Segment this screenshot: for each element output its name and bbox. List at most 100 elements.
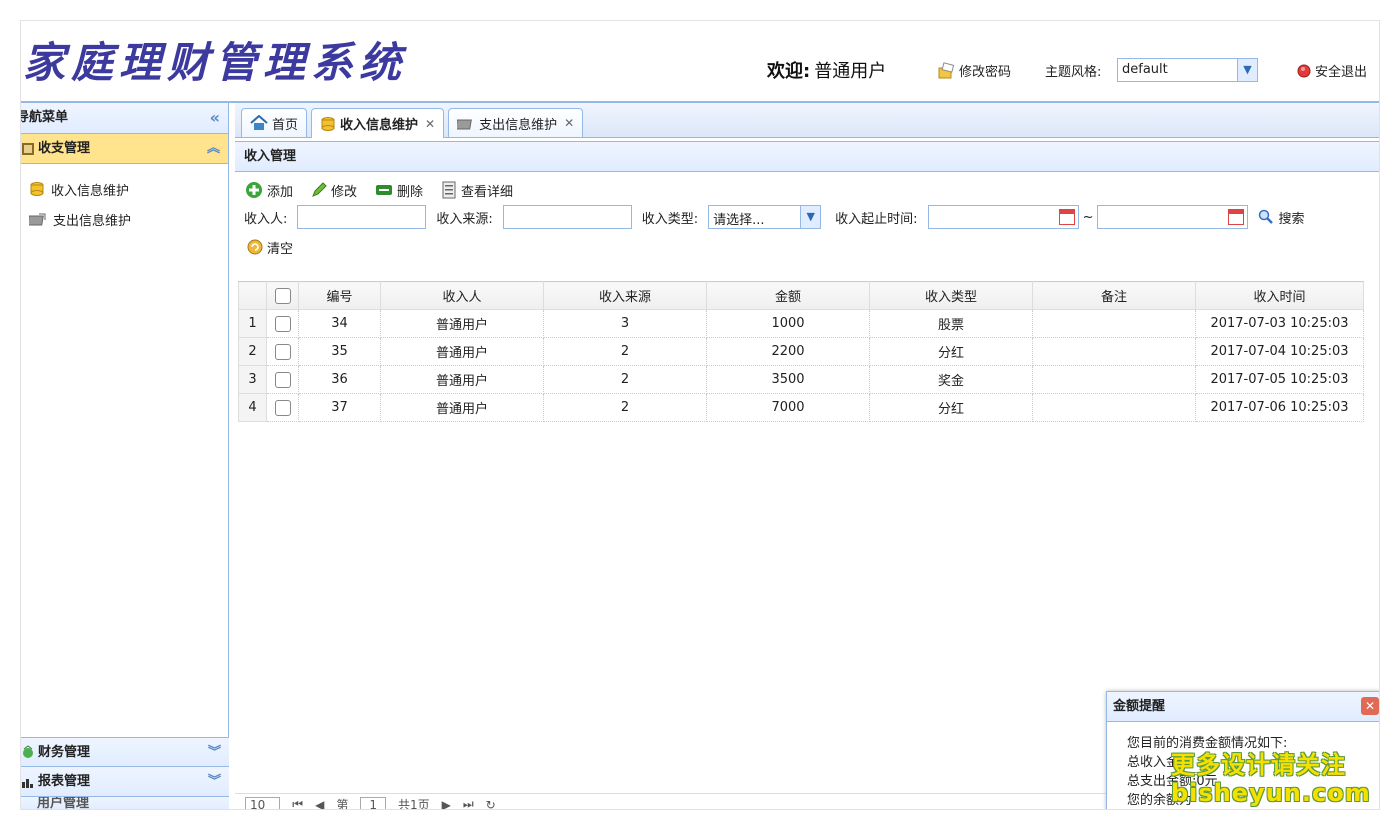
type-label: 收入类型: [641, 211, 699, 227]
accordion-header-finance[interactable]: 财务管理 ︾ [21, 737, 229, 767]
last-page-icon[interactable]: ⏭ [463, 797, 474, 809]
table-row[interactable]: 1 34 普通用户 3 1000 股票 2017-07-03 10:25:03 [238, 309, 1364, 338]
col-header-id[interactable]: 编号 [298, 281, 381, 310]
table-row[interactable]: 3 36 普通用户 2 3500 奖金 2017-07-05 10:25:03 [238, 365, 1364, 394]
change-password-link[interactable]: 修改密码 [937, 61, 1011, 80]
cell-source: 3 [543, 309, 707, 338]
welcome-text: 欢迎: 普通用户 [767, 61, 887, 82]
cell-time: 2017-07-06 10:25:03 [1195, 393, 1364, 422]
cell-type: 分红 [869, 393, 1033, 422]
tab-bar: 首页 收入信息维护 ✕ 支出信息维护 ✕ [235, 103, 1379, 138]
cell-note [1032, 337, 1196, 366]
toolbar: 添加 修改 删除 查看详细 [235, 172, 1379, 202]
cell-type: 分红 [869, 337, 1033, 366]
chevron-down-icon[interactable]: ▼ [800, 206, 821, 228]
table-header-row: 编号 收入人 收入来源 金额 收入类型 备注 收入时间 [238, 281, 1364, 310]
row-select-cell[interactable] [266, 309, 299, 338]
col-header-type[interactable]: 收入类型 [869, 281, 1033, 310]
next-page-icon[interactable]: ▶ [442, 798, 451, 810]
cell-note [1032, 365, 1196, 394]
row-checkbox[interactable] [274, 315, 291, 332]
start-date-input[interactable] [927, 205, 1079, 229]
collapsed-accordions: 财务管理 ︾ 报表管理 ︾ 用户管理 [21, 737, 229, 809]
col-header-earner[interactable]: 收入人 [380, 281, 544, 310]
cell-earner: 普通用户 [380, 309, 544, 338]
col-header-time[interactable]: 收入时间 [1195, 281, 1364, 310]
source-input[interactable] [502, 205, 632, 229]
chevron-down-icon[interactable]: ▼ [1237, 59, 1257, 81]
chevron-down-icon[interactable]: ︾ [208, 738, 221, 767]
cell-id: 35 [298, 337, 381, 366]
end-date-input[interactable] [1097, 205, 1249, 229]
row-select-cell[interactable] [266, 393, 299, 422]
earner-label: 收入人: [244, 211, 288, 227]
sidebar-item-income[interactable]: 收入信息维护 [21, 174, 228, 204]
collapse-icon[interactable]: « [210, 103, 220, 133]
home-icon [250, 115, 268, 130]
calendar-icon[interactable] [1058, 209, 1075, 225]
row-select-cell[interactable] [266, 365, 299, 394]
prev-page-icon[interactable]: ◀ [315, 798, 324, 810]
accordion-header-users[interactable]: 用户管理 [21, 797, 229, 809]
first-page-icon[interactable]: ⏮ [292, 797, 303, 809]
tab-income[interactable]: 收入信息维护 ✕ [311, 108, 445, 138]
app-window: 家庭理财管理系统 欢迎: 普通用户 修改密码 主题风格: default ▼ 安全… [20, 20, 1380, 810]
cell-source: 2 [543, 337, 707, 366]
close-icon[interactable]: ✕ [564, 116, 574, 130]
page-number-input[interactable]: 1 [360, 796, 386, 809]
accordion-header-income-expense[interactable]: 收支管理 ︽ [21, 134, 228, 164]
table-row[interactable]: 4 37 普通用户 2 7000 分红 2017-07-06 10:25:03 [238, 393, 1364, 422]
cell-time: 2017-07-03 10:25:03 [1195, 309, 1364, 338]
table-row[interactable]: 2 35 普通用户 2 2200 分红 2017-07-04 10:25:03 [238, 337, 1364, 366]
page-total: 共1页 [397, 798, 430, 810]
accordion-header-reports[interactable]: 报表管理 ︾ [21, 767, 229, 797]
sidebar-item-expense[interactable]: 支出信息维护 [21, 204, 228, 234]
edit-button[interactable]: 修改 [311, 181, 357, 200]
row-number: 4 [238, 393, 267, 422]
tab-expense[interactable]: 支出信息维护 ✕ [448, 108, 584, 137]
clear-button[interactable]: 清空 [247, 238, 293, 257]
refresh-icon[interactable]: ↻ [486, 798, 496, 810]
plus-icon [246, 182, 262, 198]
close-icon[interactable]: ✕ [425, 117, 435, 131]
chevron-down-icon[interactable]: ︾ [208, 767, 221, 796]
detail-button[interactable]: 查看详细 [441, 181, 513, 200]
cell-id: 37 [298, 393, 381, 422]
add-button[interactable]: 添加 [245, 181, 293, 200]
row-checkbox[interactable] [274, 371, 291, 388]
theme-select[interactable]: default ▼ [1117, 58, 1258, 82]
cell-time: 2017-07-05 10:25:03 [1195, 365, 1364, 394]
pencil-icon [312, 182, 327, 197]
delete-button[interactable]: 删除 [375, 181, 423, 200]
search-row: 收入人: 收入来源: 收入类型: 请选择... ▼ 收入起止时间: ~ 搜索 [235, 202, 1379, 232]
logout-link[interactable]: 安全退出 [1297, 61, 1367, 80]
key-icon [938, 61, 955, 78]
sidebar-title: 导航菜单 « [21, 103, 228, 134]
calendar-icon[interactable] [1228, 209, 1245, 225]
select-all-header[interactable] [266, 281, 299, 310]
theme-label: 主题风格: [1045, 65, 1102, 80]
cell-amount: 7000 [706, 393, 870, 422]
row-checkbox[interactable] [274, 399, 291, 416]
col-header-note[interactable]: 备注 [1032, 281, 1196, 310]
col-header-amount[interactable]: 金额 [706, 281, 870, 310]
cell-time: 2017-07-04 10:25:03 [1195, 337, 1364, 366]
search-button[interactable]: 搜索 [1258, 208, 1304, 227]
cell-id: 36 [298, 365, 381, 394]
row-number: 2 [238, 337, 267, 366]
earner-input[interactable] [297, 205, 427, 229]
type-select[interactable]: 请选择... ▼ [708, 205, 822, 229]
ledger-icon [22, 142, 34, 155]
tab-home[interactable]: 首页 [241, 108, 308, 137]
close-icon[interactable]: ✕ [1361, 697, 1379, 715]
col-header-source[interactable]: 收入来源 [543, 281, 707, 310]
clear-icon [247, 239, 263, 255]
row-number-header [238, 281, 267, 310]
document-icon [442, 181, 456, 199]
page-size-select[interactable]: 10 [245, 796, 281, 809]
row-checkbox[interactable] [274, 343, 291, 360]
chevron-up-icon[interactable]: ︽ [207, 134, 220, 163]
row-select-cell[interactable] [266, 337, 299, 366]
cell-earner: 普通用户 [380, 365, 544, 394]
select-all-checkbox[interactable] [274, 287, 291, 304]
